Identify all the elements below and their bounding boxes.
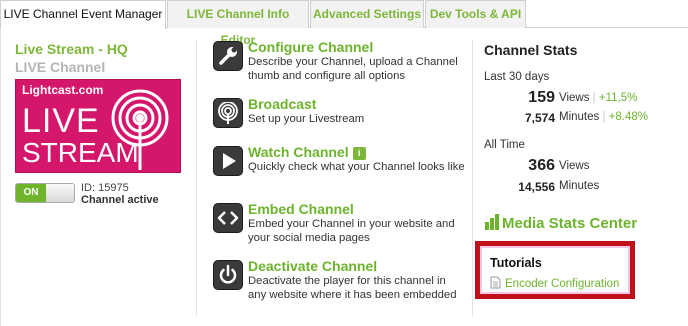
broadcast-description: Set up your Livestream	[248, 113, 365, 125]
alltime-minutes-row: 14,556 Minutes	[484, 180, 684, 196]
channel-thumbnail[interactable]: Lightcast.com LIVE STREAM	[15, 79, 181, 173]
toggle-knob	[46, 184, 74, 202]
thumbnail-live-text: LIVE	[22, 102, 100, 140]
broadcast-tower-graphic	[111, 89, 169, 170]
media-stats-center-link[interactable]: Media Stats Center	[484, 214, 637, 232]
embed-channel-description: Embed your Channel in your website and y…	[248, 218, 455, 244]
tutorials-title: Tutorials	[490, 256, 542, 270]
document-icon	[490, 276, 501, 289]
channel-stats-title: Channel Stats	[484, 42, 578, 58]
tab-bar: LIVE Channel Event Manager LIVE Channel …	[0, 0, 688, 47]
column-divider	[472, 40, 473, 316]
last30-views-value: 159	[528, 89, 555, 106]
broadcast-icon[interactable]	[213, 98, 243, 128]
last30-views-label: Views | +11,5%	[559, 92, 638, 104]
deactivate-channel-description: Deactivate the player for this channel i…	[248, 275, 457, 301]
power-icon[interactable]	[213, 260, 243, 290]
embed-channel-link[interactable]: Embed Channel	[248, 201, 354, 217]
tab-dev-tools-api[interactable]: Dev Tools & API	[425, 0, 526, 28]
channel-active-toggle[interactable]: ON	[15, 183, 75, 203]
channel-id: ID: 15975	[81, 182, 129, 194]
alltime-views-row: 366 Views	[484, 157, 684, 174]
watch-channel-label[interactable]: Watch Channel	[248, 144, 349, 160]
watch-channel-description: Quickly check what your Channel looks li…	[248, 161, 465, 173]
last30-minutes-row: 7,574 Minutes | +8.48%	[484, 111, 684, 127]
toggle-on-label: ON	[16, 184, 46, 202]
column-divider	[196, 40, 197, 316]
info-icon[interactable]: i	[352, 147, 366, 160]
last30-minutes-change: +8.48%	[608, 111, 649, 123]
tab-advanced-settings[interactable]: Advanced Settings	[310, 0, 424, 28]
encoder-configuration-label[interactable]: Encoder Configuration	[505, 278, 619, 290]
all-time-label: All Time	[484, 139, 525, 151]
tab-live-channel-event-manager[interactable]: LIVE Channel Event Manager	[0, 0, 166, 29]
event-manager-panel: Live Stream - HQ LIVE Channel Lightcast.…	[0, 28, 688, 326]
thumbnail-brand-text: Lightcast.com	[22, 83, 104, 97]
last30-views-row: 159 Views | +11,5%	[484, 89, 684, 106]
tutorials-box: Tutorials Encoder Configuration	[475, 241, 635, 299]
last30-minutes-label: Minutes | +8.48%	[559, 111, 649, 123]
channel-status: Channel active	[81, 194, 159, 206]
alltime-minutes-value: 14,556	[518, 180, 555, 194]
last30-views-change: +11,5%	[598, 92, 638, 104]
channel-name[interactable]: Live Stream - HQ	[15, 41, 128, 57]
alltime-minutes-label: Minutes	[559, 180, 600, 192]
wrench-icon[interactable]	[213, 41, 243, 71]
last-30-days-label: Last 30 days	[484, 71, 550, 83]
watch-channel-link[interactable]: Watch Channel i	[248, 144, 366, 160]
configure-channel-link[interactable]: Configure Channel	[248, 39, 373, 55]
encoder-configuration-link[interactable]: Encoder Configuration	[490, 276, 619, 290]
bar-chart-icon	[485, 214, 499, 230]
alltime-views-label: Views	[559, 160, 590, 172]
deactivate-channel-link[interactable]: Deactivate Channel	[248, 258, 377, 274]
last30-minutes-value: 7,574	[524, 111, 555, 125]
play-icon[interactable]	[213, 146, 243, 176]
media-stats-center-label[interactable]: Media Stats Center	[502, 215, 637, 232]
configure-channel-description: Describe your Channel, upload a Channel …	[248, 56, 458, 82]
channel-type: LIVE Channel	[15, 59, 106, 75]
tab-live-channel-info-editor[interactable]: LIVE Channel Info Editor	[167, 0, 309, 47]
broadcast-link[interactable]: Broadcast	[248, 96, 316, 112]
alltime-views-value: 366	[528, 157, 555, 174]
embed-code-icon[interactable]	[213, 203, 243, 233]
